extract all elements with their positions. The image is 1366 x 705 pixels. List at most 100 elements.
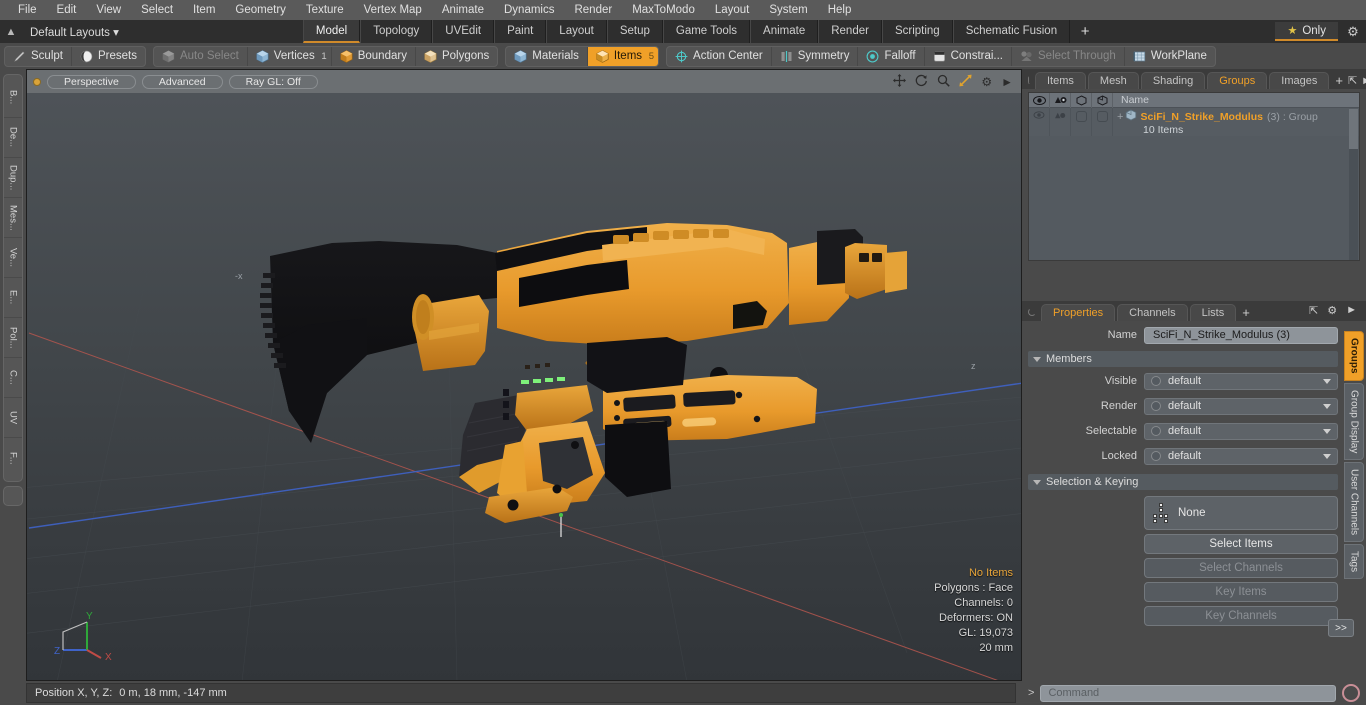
toolbar-button-auto-select[interactable]: Auto Select bbox=[154, 46, 248, 66]
selection-set-selector[interactable]: None bbox=[1144, 496, 1338, 530]
toolbar-button-materials[interactable]: Materials bbox=[506, 46, 588, 66]
select-items-button[interactable]: Select Items bbox=[1144, 534, 1338, 554]
add-properties-tab-button[interactable]: + bbox=[1238, 305, 1255, 321]
menu-item-view[interactable]: View bbox=[86, 0, 131, 20]
table-row[interactable]: + SciFi_N_Strike_Modulus (3) : Group 10 … bbox=[1029, 108, 1359, 136]
fit-icon[interactable] bbox=[959, 74, 972, 89]
panel-play-icon[interactable]: ► bbox=[1361, 75, 1366, 89]
right-tab-user-channels[interactable]: User Channels bbox=[1344, 461, 1364, 543]
toolbar-button-boundary[interactable]: Boundary bbox=[332, 46, 416, 66]
left-tool-tab-9[interactable]: F... bbox=[4, 438, 22, 478]
members-section-header[interactable]: Members bbox=[1028, 351, 1338, 367]
menu-item-animate[interactable]: Animate bbox=[432, 0, 494, 20]
toolbar-button-select-through[interactable]: Select Through bbox=[1012, 46, 1125, 66]
row-lock-toggle[interactable] bbox=[1092, 108, 1113, 136]
override-toggle-icon[interactable] bbox=[1151, 451, 1161, 461]
move-icon[interactable] bbox=[893, 74, 907, 89]
menu-item-render[interactable]: Render bbox=[564, 0, 622, 20]
layout-tab-scripting[interactable]: Scripting bbox=[881, 20, 953, 43]
properties-gear-icon[interactable]: ⚙ bbox=[1327, 304, 1341, 319]
toolbar-button-presets[interactable]: Presets bbox=[72, 47, 145, 66]
left-tool-tab-0[interactable]: B... bbox=[4, 78, 22, 118]
group-tab-items[interactable]: Items bbox=[1035, 72, 1086, 89]
menu-item-texture[interactable]: Texture bbox=[296, 0, 354, 20]
layout-tab-schematic-fusion[interactable]: Schematic Fusion bbox=[952, 20, 1071, 43]
viewport-3d[interactable]: Perspective Advanced Ray GL: Off ⚙ ► z -… bbox=[26, 69, 1022, 681]
left-tool-tab-8[interactable]: UV bbox=[4, 398, 22, 438]
toolbar-button-sculpt[interactable]: Sculpt bbox=[5, 46, 72, 66]
menu-item-system[interactable]: System bbox=[759, 0, 817, 20]
zoom-icon[interactable] bbox=[937, 74, 951, 89]
toolbar-button-polygons[interactable]: Polygons bbox=[416, 47, 497, 66]
group-tab-images[interactable]: Images bbox=[1269, 72, 1330, 89]
group-tab-groups[interactable]: Groups bbox=[1207, 72, 1268, 89]
override-toggle-icon[interactable] bbox=[1151, 426, 1161, 436]
override-toggle-icon[interactable] bbox=[1151, 376, 1161, 386]
command-record-icon[interactable] bbox=[1342, 684, 1360, 702]
toolbar-button-workplane[interactable]: WorkPlane bbox=[1125, 47, 1215, 66]
member-dropdown-render[interactable]: default bbox=[1144, 397, 1338, 415]
render-icon[interactable] bbox=[1050, 92, 1071, 108]
menu-item-layout[interactable]: Layout bbox=[705, 0, 760, 20]
left-tool-tab-3[interactable]: Mes... bbox=[4, 198, 22, 238]
viewport-menu-dot[interactable] bbox=[33, 77, 41, 86]
toolbar-button-falloff[interactable]: Falloff bbox=[858, 46, 925, 66]
expand-properties-icon[interactable]: ⇱ bbox=[1309, 304, 1322, 319]
expand-panel-icon[interactable]: ⇱ bbox=[1348, 74, 1361, 89]
group-list[interactable]: Name + SciFi_N_Strike_Modulus (3): Grou… bbox=[1028, 92, 1360, 261]
menu-item-select[interactable]: Select bbox=[131, 0, 183, 20]
add-layout-tab-button[interactable]: + bbox=[1070, 23, 1100, 40]
menu-item-file[interactable]: File bbox=[8, 0, 47, 20]
member-dropdown-selectable[interactable]: default bbox=[1144, 422, 1338, 440]
shading-selector[interactable]: Advanced bbox=[141, 74, 223, 89]
eye-icon[interactable] bbox=[1029, 92, 1050, 108]
menu-item-dynamics[interactable]: Dynamics bbox=[494, 0, 564, 20]
raygl-selector[interactable]: Ray GL: Off bbox=[228, 74, 318, 89]
toolbar-button-symmetry[interactable]: Symmetry bbox=[772, 46, 859, 66]
left-tool-tab-1[interactable]: De... bbox=[4, 118, 22, 158]
left-extra-button[interactable] bbox=[3, 486, 23, 506]
right-tab-group-display[interactable]: Group Display bbox=[1344, 382, 1364, 460]
row-render-toggle[interactable] bbox=[1050, 108, 1071, 136]
right-tab-tags[interactable]: Tags bbox=[1344, 544, 1364, 580]
right-tab-groups[interactable]: Groups bbox=[1344, 331, 1364, 381]
properties-tab-properties[interactable]: Properties bbox=[1041, 304, 1116, 321]
layout-tab-layout[interactable]: Layout bbox=[546, 20, 607, 43]
forward-button[interactable]: >> bbox=[1328, 619, 1354, 637]
command-input[interactable]: Command bbox=[1040, 684, 1336, 702]
projection-selector[interactable]: Perspective bbox=[47, 74, 136, 89]
toolbar-button-constrai[interactable]: Constrai... bbox=[925, 46, 1013, 66]
menu-item-edit[interactable]: Edit bbox=[47, 0, 87, 20]
member-dropdown-locked[interactable]: default bbox=[1144, 447, 1338, 465]
rotate-icon[interactable] bbox=[915, 74, 928, 89]
group-list-scrollbar[interactable] bbox=[1349, 109, 1358, 260]
add-group-tab-button[interactable]: + bbox=[1331, 73, 1348, 89]
menu-item-vertex-map[interactable]: Vertex Map bbox=[354, 0, 432, 20]
left-tool-tab-7[interactable]: C... bbox=[4, 358, 22, 398]
group-tab-mesh[interactable]: Mesh ... bbox=[1087, 72, 1139, 104]
menu-item-item[interactable]: Item bbox=[183, 0, 225, 20]
left-tool-tab-4[interactable]: Ve... bbox=[4, 238, 22, 278]
menu-item-geometry[interactable]: Geometry bbox=[225, 0, 296, 20]
home-layout-icon[interactable]: ▲ bbox=[0, 26, 22, 38]
left-tool-tab-6[interactable]: Pol... bbox=[4, 318, 22, 358]
selection-keying-section-header[interactable]: Selection & Keying bbox=[1028, 474, 1338, 490]
left-tool-tab-5[interactable]: E... bbox=[4, 278, 22, 318]
properties-menu-dot[interactable] bbox=[1028, 308, 1036, 316]
gear-icon[interactable]: ⚙ bbox=[1340, 24, 1366, 40]
name-input[interactable]: SciFi_N_Strike_Modulus (3) bbox=[1144, 326, 1338, 344]
layout-tab-paint[interactable]: Paint bbox=[494, 20, 547, 43]
layout-tab-uvedit[interactable]: UVEdit bbox=[432, 20, 495, 43]
layout-tab-game-tools[interactable]: Game Tools bbox=[662, 20, 751, 43]
layout-tab-render[interactable]: Render bbox=[818, 20, 882, 43]
only-toggle-button[interactable]: ★ Only bbox=[1275, 22, 1338, 41]
properties-tab-lists[interactable]: Lists bbox=[1189, 304, 1237, 321]
toolbar-button-items[interactable]: Items 5 bbox=[587, 46, 659, 66]
left-tool-tab-2[interactable]: Dup... bbox=[4, 158, 22, 198]
override-toggle-icon[interactable] bbox=[1151, 401, 1161, 411]
properties-play-icon[interactable]: ► bbox=[1346, 304, 1361, 319]
layout-tab-model[interactable]: Model bbox=[302, 20, 361, 43]
member-dropdown-visible[interactable]: default bbox=[1144, 372, 1338, 390]
row-select-toggle[interactable] bbox=[1071, 108, 1092, 136]
menu-item-help[interactable]: Help bbox=[818, 0, 862, 20]
